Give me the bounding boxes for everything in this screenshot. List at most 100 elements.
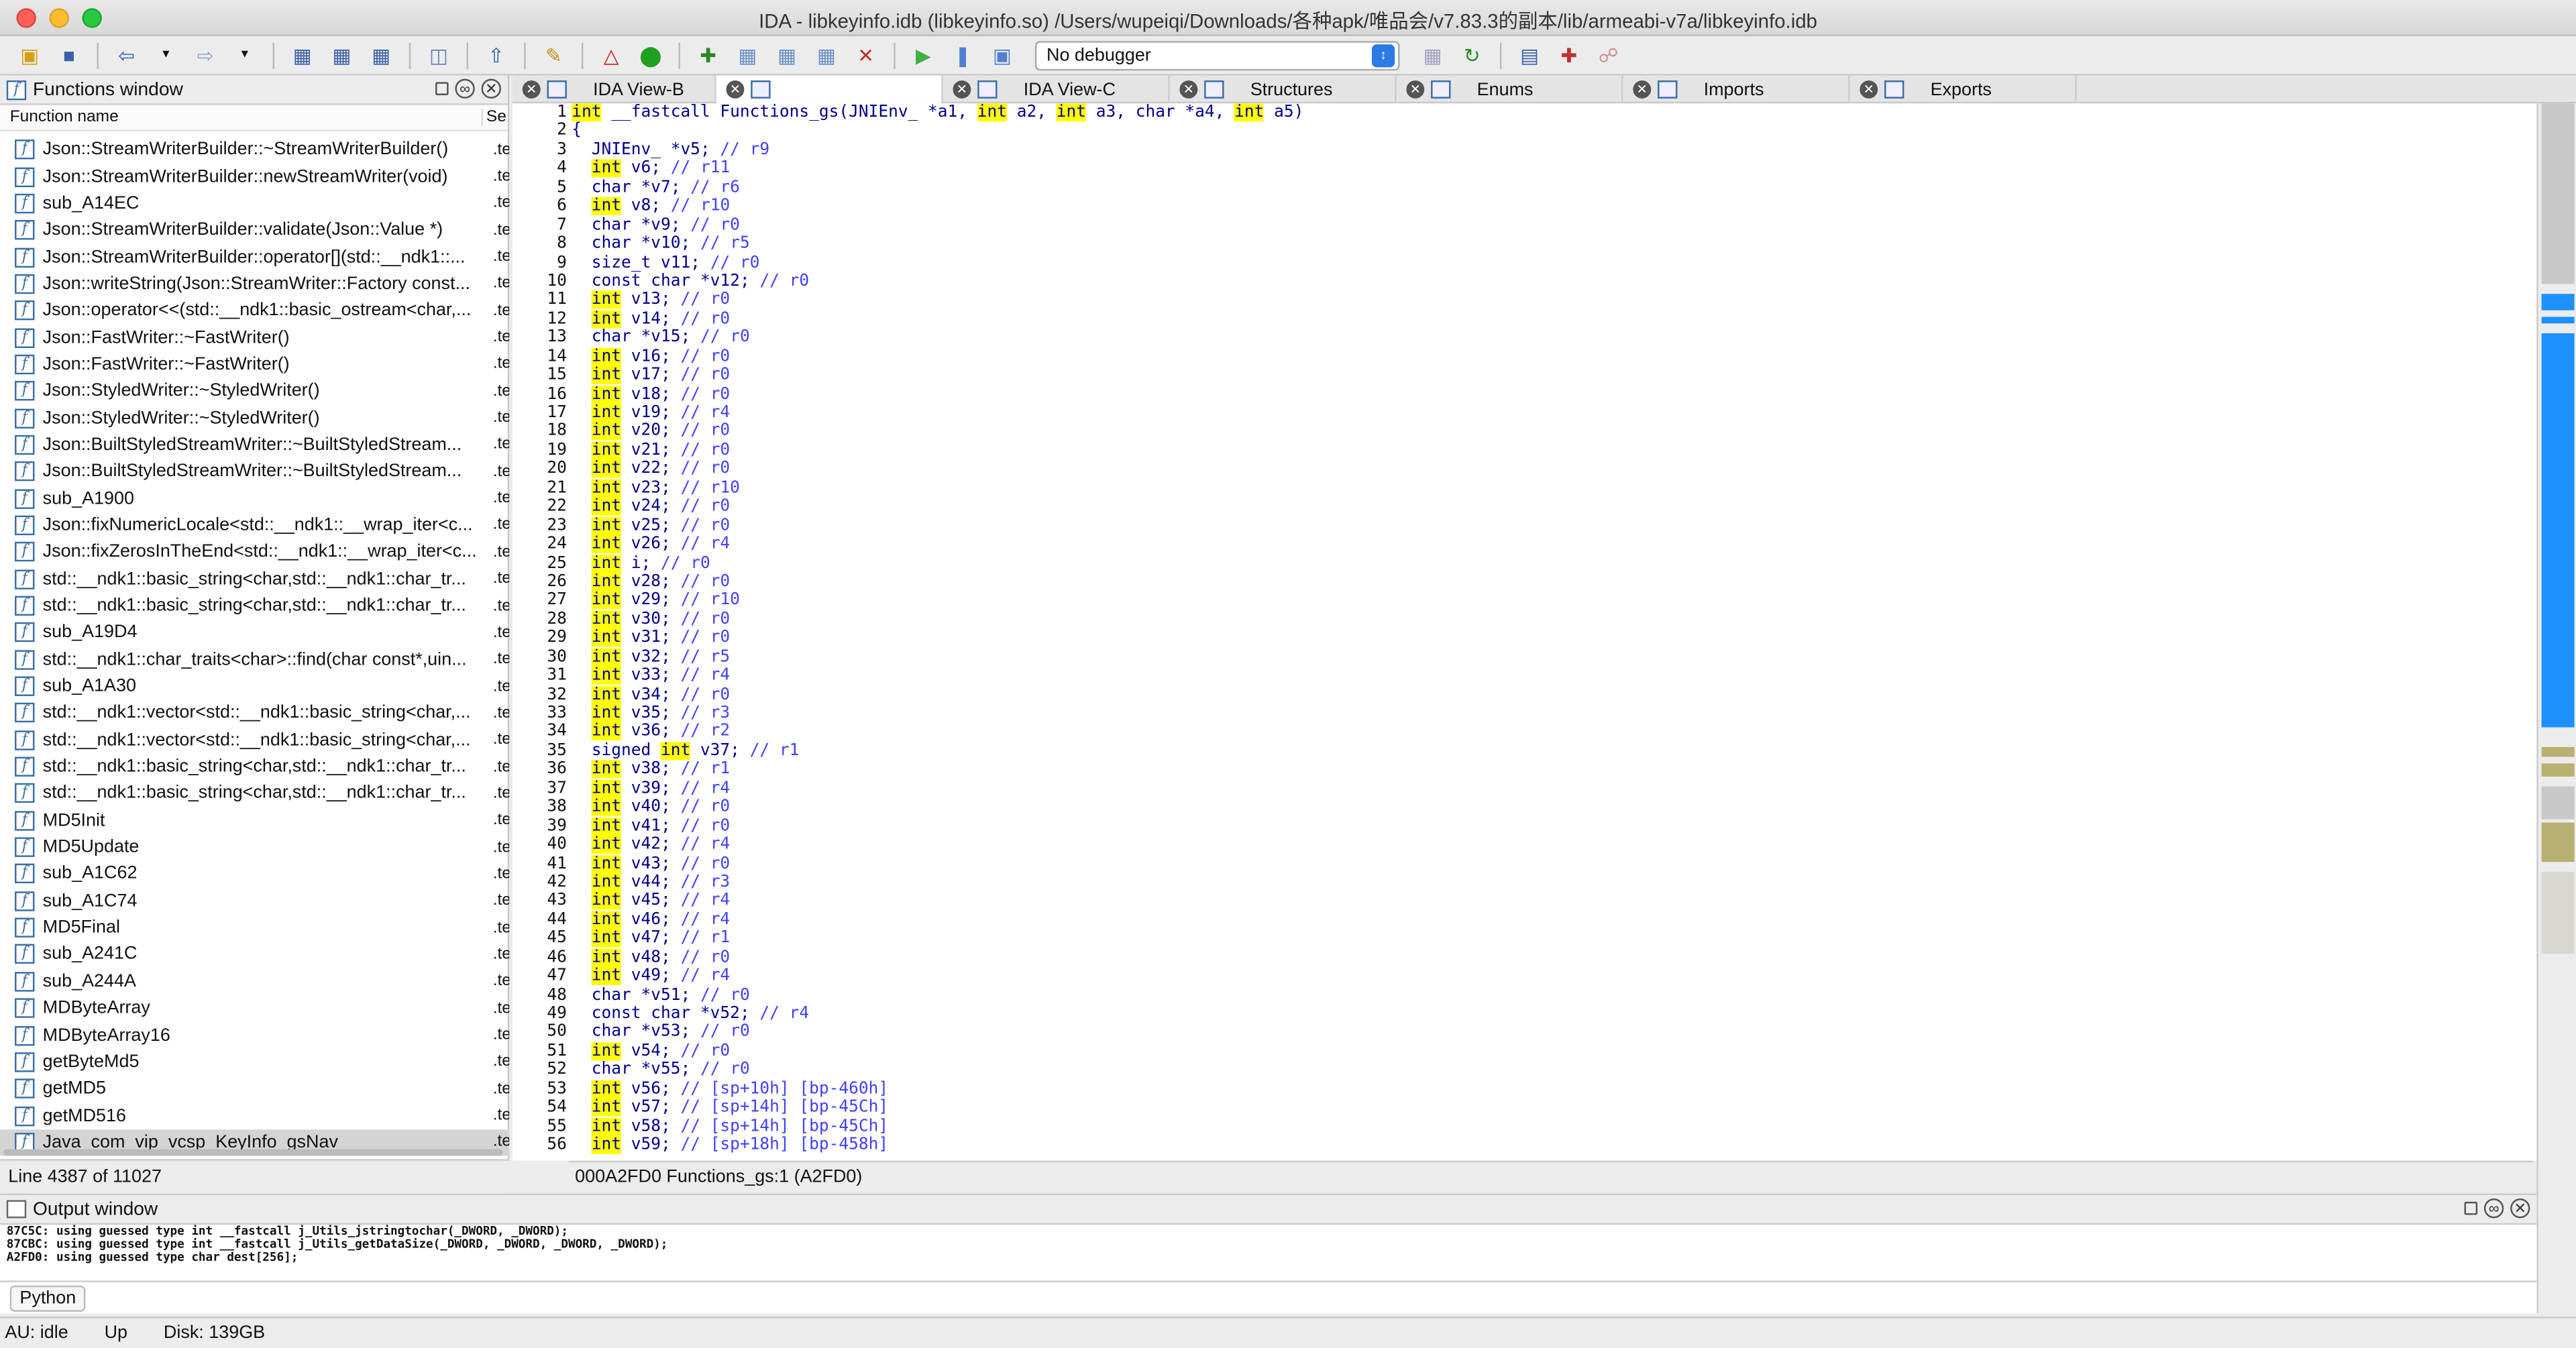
code-line[interactable]: 10 const char *v12; // r0	[513, 272, 2536, 291]
function-list-item[interactable]: f MDByteArray16 .te	[0, 1021, 509, 1048]
close-tab-icon[interactable]: ✕	[953, 80, 971, 99]
function-list-item[interactable]: f Json::fixZerosInTheEnd<std::__ndk1::__w…	[0, 539, 509, 565]
code-line[interactable]: 30 int v32; // r5	[513, 648, 2536, 667]
pause-icon[interactable]: ❚	[947, 40, 979, 70]
code-line[interactable]: 8 char *v10; // r5	[513, 235, 2536, 254]
navigation-band[interactable]	[2536, 103, 2576, 1314]
view-tab[interactable]: ✕ IDA View-B	[513, 75, 716, 104]
horizontal-scrollbar[interactable]	[3, 1149, 503, 1156]
function-list-item[interactable]: f Json::BuiltStyledStreamWriter::~BuiltSt…	[0, 431, 509, 458]
immediate-search-icon[interactable]: ▦	[365, 40, 398, 70]
code-line[interactable]: 27 int v29; // r10	[513, 592, 2536, 610]
function-list-item[interactable]: f getMD516 .te	[0, 1103, 509, 1129]
notepad-icon[interactable]: ▤	[1513, 40, 1546, 70]
code-line[interactable]: 21 int v23; // r10	[513, 479, 2536, 498]
function-list-item[interactable]: f sub_A19D4 .te	[0, 619, 509, 646]
function-list-item[interactable]: f MD5Final .te	[0, 914, 509, 941]
code-line[interactable]: 45 int v47; // r1	[513, 930, 2536, 948]
binary-search-icon[interactable]: ▦	[286, 40, 319, 70]
python-button[interactable]: Python	[9, 1284, 86, 1311]
function-list-item[interactable]: f Json::FastWriter::~FastWriter() .te	[0, 324, 509, 351]
code-line[interactable]: 28 int v30; // r0	[513, 610, 2536, 629]
view-tab[interactable]: ✕ Enums	[1397, 75, 1623, 104]
code-line[interactable]: 49 const char *v52; // r4	[513, 1005, 2536, 1023]
code-line[interactable]: 46 int v48; // r0	[513, 948, 2536, 967]
code-line[interactable]: 7 char *v9; // r0	[513, 216, 2536, 235]
code-line[interactable]: 55 int v58; // [sp+14h] [bp-45Ch]	[513, 1117, 2536, 1136]
pencil-icon[interactable]: ✎	[537, 40, 570, 70]
stop-icon[interactable]: ▣	[985, 40, 1018, 70]
debugger-select[interactable]: No debugger ↕	[1034, 40, 1400, 70]
function-list-item[interactable]: f Json::operator<<(std::__ndk1::basic_ost…	[0, 297, 509, 324]
function-list-item[interactable]: f std::__ndk1::char_traits<char>::find(ch…	[0, 646, 509, 673]
close-panel-icon[interactable]: ✕	[2510, 1198, 2530, 1219]
code-line[interactable]: 38 int v40; // r0	[513, 798, 2536, 817]
code-line[interactable]: 36 int v38; // r1	[513, 761, 2536, 779]
code-line[interactable]: 42 int v44; // r3	[513, 873, 2536, 892]
code-line[interactable]: 25 int i; // r0	[513, 554, 2536, 573]
close-tab-icon[interactable]: ✕	[1406, 80, 1425, 99]
code-line[interactable]: 48 char *v51; // r0	[513, 986, 2536, 1005]
function-list-item[interactable]: f getByteMd5 .te	[0, 1049, 509, 1076]
code-line[interactable]: 41 int v43; // r0	[513, 854, 2536, 873]
view-tab[interactable]: ✕	[716, 75, 943, 104]
code-line[interactable]: 14 int v16; // r0	[513, 347, 2536, 366]
function-list-item[interactable]: f Json::StyledWriter::~StyledWriter() .te	[0, 404, 509, 431]
function-list-item[interactable]: f MDByteArray .te	[0, 995, 509, 1021]
code-line[interactable]: 43 int v45; // r4	[513, 892, 2536, 911]
trace-icon[interactable]: ▦	[810, 40, 843, 70]
code-line[interactable]: 20 int v22; // r0	[513, 460, 2536, 479]
function-list-item[interactable]: f std::__ndk1::basic_string<char,std::__n…	[0, 780, 509, 807]
function-list-item[interactable]: f getMD5 .te	[0, 1076, 509, 1103]
plugin-add-icon[interactable]: ✚	[1552, 40, 1585, 70]
back-arrow-icon[interactable]: ⇦	[110, 40, 143, 70]
function-list-item[interactable]: f sub_A244A .te	[0, 968, 509, 995]
close-panel-icon[interactable]: ✕	[481, 78, 501, 99]
code-line[interactable]: 50 char *v53; // r0	[513, 1023, 2536, 1042]
code-line[interactable]: 22 int v24; // r0	[513, 498, 2536, 516]
function-list-item[interactable]: f MD5Update .te	[0, 834, 509, 860]
view-tab[interactable]: ✕ IDA View-C	[943, 75, 1170, 104]
function-list-item[interactable]: f std::__ndk1::vector<std::__ndk1::basic_…	[0, 699, 509, 726]
save-icon[interactable]: ■	[52, 40, 85, 70]
forward-arrow-icon[interactable]: ⇨	[189, 40, 222, 70]
code-line[interactable]: 23 int v25; // r0	[513, 516, 2536, 535]
close-tab-icon[interactable]: ✕	[1179, 80, 1198, 99]
function-list-item[interactable]: f sub_A14EC .te	[0, 190, 509, 217]
code-line[interactable]: 17 int v19; // r4	[513, 404, 2536, 423]
open-folder-icon[interactable]: ▣	[13, 40, 46, 70]
text-search-icon[interactable]: ▦	[325, 40, 358, 70]
function-list-item[interactable]: f std::__ndk1::basic_string<char,std::__n…	[0, 565, 509, 592]
pseudocode-view[interactable]: 1 int __fastcall Functions_gs(JNIEnv_ *a1…	[513, 103, 2537, 1161]
column-function-name[interactable]: Function name	[0, 108, 484, 127]
code-line[interactable]: 56 int v59; // [sp+18h] [bp-458h]	[513, 1136, 2536, 1155]
view-tab[interactable]: ✕ Imports	[1623, 75, 1850, 104]
code-line[interactable]: 6 int v8; // r10	[513, 197, 2536, 216]
code-line[interactable]: 5 char *v7; // r6	[513, 178, 2536, 197]
code-line[interactable]: 9 size_t v11; // r0	[513, 254, 2536, 272]
close-tab-icon[interactable]: ✕	[726, 80, 745, 99]
maximize-panel-icon[interactable]	[2464, 1201, 2478, 1215]
code-line[interactable]: 13 char *v15; // r0	[513, 329, 2536, 347]
function-list-item[interactable]: f Json::FastWriter::~FastWriter() .te	[0, 351, 509, 378]
function-list-item[interactable]: f Json::fixNumericLocale<std::__ndk1::__w…	[0, 512, 509, 539]
code-line[interactable]: 1 int __fastcall Functions_gs(JNIEnv_ *a1…	[513, 103, 2536, 122]
function-list-item[interactable]: f Json::StreamWriterBuilder::newStreamWri…	[0, 163, 509, 190]
close-tab-icon[interactable]: ✕	[1860, 80, 1878, 99]
code-line[interactable]: 4 int v6; // r11	[513, 160, 2536, 178]
view-tab[interactable]: ✕ Exports	[1850, 75, 2077, 104]
code-line[interactable]: 19 int v21; // r0	[513, 441, 2536, 460]
code-line[interactable]: 24 int v26; // r4	[513, 535, 2536, 554]
function-list-item[interactable]: f Json::StreamWriterBuilder::~StreamWrite…	[0, 136, 509, 163]
code-line[interactable]: 12 int v14; // r0	[513, 310, 2536, 329]
code-line[interactable]: 15 int v17; // r0	[513, 366, 2536, 385]
code-line[interactable]: 33 int v35; // r3	[513, 704, 2536, 723]
enable-breakpoint-icon[interactable]: ▦	[731, 40, 764, 70]
function-list-item[interactable]: f MD5Init .te	[0, 807, 509, 834]
function-list-item[interactable]: f Json::StyledWriter::~StyledWriter() .te	[0, 378, 509, 404]
warning-icon[interactable]: △	[595, 40, 628, 70]
column-segment[interactable]: Se	[483, 109, 506, 127]
function-list-item[interactable]: f std::__ndk1::vector<std::__ndk1::basic_…	[0, 726, 509, 753]
green-circle-icon[interactable]: ⬤	[634, 40, 667, 70]
network-icon[interactable]: ☍	[1592, 40, 1625, 70]
